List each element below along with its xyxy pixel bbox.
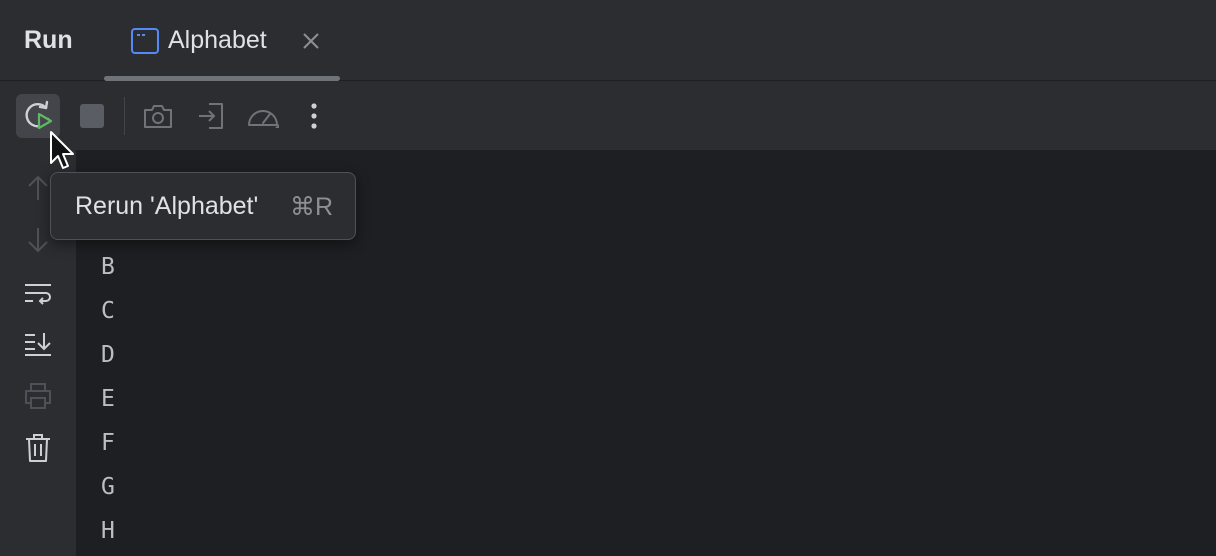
gauge-icon: [245, 101, 281, 131]
tab-label: Alphabet: [168, 26, 267, 54]
tool-window-header: Run Alphabet: [0, 0, 1216, 81]
print-button[interactable]: [16, 376, 60, 416]
printer-icon: [23, 382, 53, 410]
screenshot-button[interactable]: [136, 94, 180, 138]
rerun-tooltip: Rerun 'Alphabet' ⌘R: [50, 172, 356, 240]
soft-wrap-button[interactable]: [16, 274, 60, 314]
close-icon[interactable]: [300, 30, 322, 52]
run-toolbar: [0, 81, 1216, 150]
trash-icon: [24, 433, 52, 463]
rerun-icon: [21, 99, 55, 133]
profiler-button[interactable]: [241, 94, 285, 138]
more-button[interactable]: [292, 94, 336, 138]
console-line: H: [101, 518, 115, 544]
console-line: G: [101, 474, 115, 500]
console-line: F: [101, 430, 115, 456]
toolbar-separator: [124, 97, 125, 135]
tab-alphabet[interactable]: Alphabet: [104, 0, 340, 81]
clear-all-button[interactable]: [16, 428, 60, 468]
console-line: B: [101, 254, 115, 280]
scroll-to-end-icon: [23, 331, 53, 357]
console-line: E: [101, 386, 115, 412]
soft-wrap-icon: [23, 281, 53, 307]
attach-button[interactable]: [189, 94, 233, 138]
stop-icon: [79, 103, 105, 129]
arrow-up-icon: [26, 174, 50, 202]
console-window-icon: [130, 27, 160, 55]
tool-window-title: Run: [24, 26, 73, 54]
camera-icon: [142, 102, 174, 130]
more-vertical-icon: [310, 102, 318, 130]
mouse-pointer-icon: [48, 130, 78, 172]
tooltip-shortcut: ⌘R: [289, 193, 333, 221]
console-line: D: [101, 342, 115, 368]
arrow-down-icon: [26, 226, 50, 254]
login-icon: [196, 101, 226, 131]
console-line: C: [101, 298, 115, 324]
scroll-to-end-button[interactable]: [16, 324, 60, 364]
tooltip-text: Rerun 'Alphabet': [75, 192, 259, 220]
